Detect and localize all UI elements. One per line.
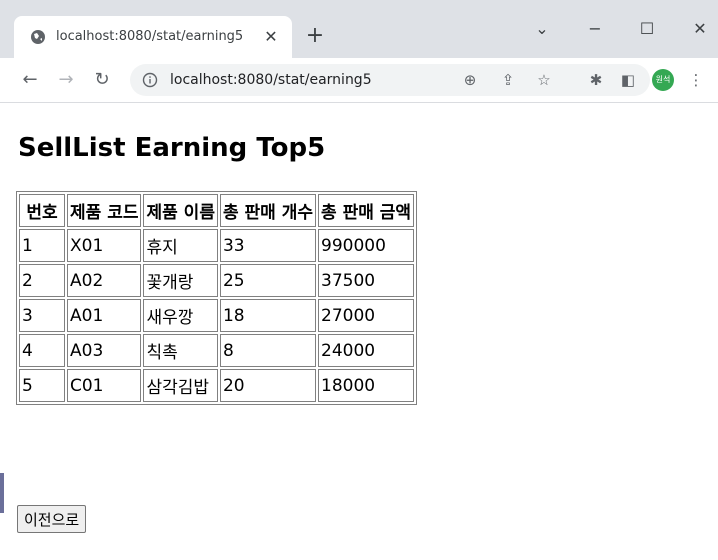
profile-avatar[interactable]: 원석 <box>652 69 674 91</box>
cell-total-count: 20 <box>219 369 317 402</box>
zoom-icon[interactable]: ⊕ <box>460 70 480 90</box>
site-info-icon[interactable] <box>142 72 158 88</box>
table-row: 3 A01 새우깡 18 27000 <box>19 299 415 332</box>
cell-number: 2 <box>19 264 65 297</box>
bookmark-star-icon[interactable]: ☆ <box>534 70 554 90</box>
cell-product-code: A02 <box>67 264 142 297</box>
cell-product-code: A01 <box>67 299 142 332</box>
header-product-name: 제품 이름 <box>143 194 218 227</box>
menu-kebab-icon[interactable]: ⋮ <box>684 68 708 92</box>
cell-total-amount: 37500 <box>318 264 415 297</box>
cell-product-code: X01 <box>67 229 142 262</box>
side-panel-icon[interactable]: ◧ <box>616 68 640 92</box>
header-number: 번호 <box>19 194 65 227</box>
cell-total-count: 25 <box>219 264 317 297</box>
forward-arrow-icon[interactable]: → <box>54 68 78 92</box>
table-row: 5 C01 삼각김밥 20 18000 <box>19 369 415 402</box>
header-product-code: 제품 코드 <box>67 194 142 227</box>
back-button[interactable]: 이전으로 <box>17 505 87 533</box>
cell-product-name: 꽃개랑 <box>143 264 218 297</box>
cell-total-count: 8 <box>219 334 317 367</box>
earning-table: 번호 제품 코드 제품 이름 총 판매 개수 총 판매 금액 1 X01 휴지 … <box>16 191 418 405</box>
cell-product-code: C01 <box>67 369 142 402</box>
new-tab-icon[interactable]: + <box>303 25 327 49</box>
reload-icon[interactable]: ↻ <box>90 68 114 92</box>
extensions-puzzle-icon[interactable]: ✱ <box>584 68 608 92</box>
cell-total-amount: 990000 <box>318 229 415 262</box>
browser-titlebar: localhost:8080/stat/earning5 ✕ + ⌄ − ☐ ✕ <box>0 0 718 58</box>
table-header-row: 번호 제품 코드 제품 이름 총 판매 개수 총 판매 금액 <box>19 194 415 227</box>
back-arrow-icon[interactable]: ← <box>18 68 42 92</box>
cell-total-count: 33 <box>219 229 317 262</box>
cell-number: 3 <box>19 299 65 332</box>
header-total-count: 총 판매 개수 <box>219 194 317 227</box>
cell-total-amount: 18000 <box>318 369 415 402</box>
tab-close-icon[interactable]: ✕ <box>261 27 281 47</box>
url-text[interactable]: localhost:8080/stat/earning5 <box>170 72 372 88</box>
cell-number: 4 <box>19 334 65 367</box>
close-window-icon[interactable]: ✕ <box>680 14 718 44</box>
cell-number: 5 <box>19 369 65 402</box>
header-total-amount: 총 판매 금액 <box>318 194 415 227</box>
minimize-icon[interactable]: − <box>575 14 615 44</box>
left-edge-decoration <box>0 473 4 513</box>
address-bar[interactable]: localhost:8080/stat/earning5 ⊕ ⇪ ☆ <box>130 64 650 96</box>
globe-icon <box>31 30 45 44</box>
tab-title: localhost:8080/stat/earning5 <box>56 29 244 44</box>
cell-product-name: 휴지 <box>143 229 218 262</box>
cell-product-name: 칙촉 <box>143 334 218 367</box>
browser-tab[interactable]: localhost:8080/stat/earning5 ✕ <box>14 16 292 58</box>
table-row: 4 A03 칙촉 8 24000 <box>19 334 415 367</box>
maximize-icon[interactable]: ☐ <box>627 14 667 44</box>
cell-total-amount: 24000 <box>318 334 415 367</box>
cell-product-name: 새우깡 <box>143 299 218 332</box>
cell-product-name: 삼각김밥 <box>143 369 218 402</box>
browser-toolbar: ← → ↻ localhost:8080/stat/earning5 ⊕ ⇪ ☆… <box>0 58 718 103</box>
page-content: SellList Earning Top5 번호 제품 코드 제품 이름 총 판… <box>0 103 718 560</box>
cell-number: 1 <box>19 229 65 262</box>
cell-total-count: 18 <box>219 299 317 332</box>
tab-search-icon[interactable]: ⌄ <box>522 14 562 44</box>
cell-product-code: A03 <box>67 334 142 367</box>
table-row: 2 A02 꽃개랑 25 37500 <box>19 264 415 297</box>
table-row: 1 X01 휴지 33 990000 <box>19 229 415 262</box>
page-title: SellList Earning Top5 <box>18 133 326 163</box>
share-icon[interactable]: ⇪ <box>498 70 518 90</box>
cell-total-amount: 27000 <box>318 299 415 332</box>
